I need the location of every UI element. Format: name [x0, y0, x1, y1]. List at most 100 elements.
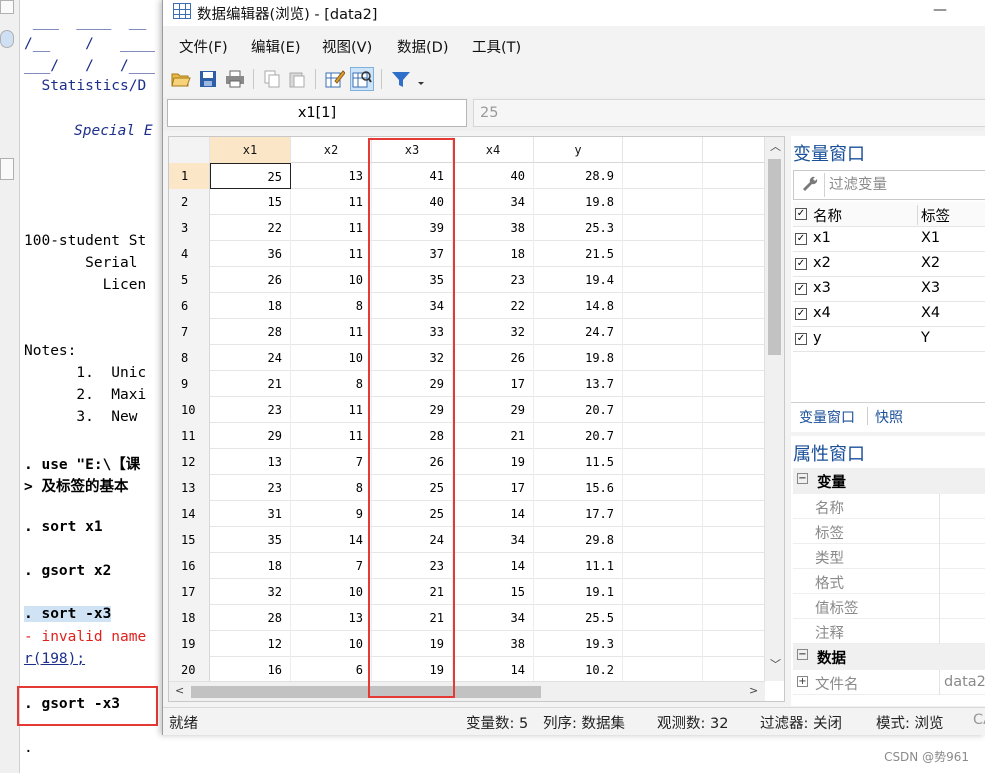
grid-cell-y[interactable]: 19.3 — [534, 631, 623, 657]
horizontal-scrollbar[interactable]: < > — [169, 681, 765, 701]
data-group-header[interactable]: − 数据 — [793, 644, 985, 670]
grid-cell-y[interactable]: 25.5 — [534, 605, 623, 631]
variable-row-y[interactable]: ✓ y Y — [793, 327, 985, 352]
grid-cell-x2[interactable]: 9 — [291, 501, 372, 527]
grid-cell-x1[interactable]: 31 — [210, 501, 291, 527]
grid-cell-x1[interactable]: 32 — [210, 579, 291, 605]
grid-cell-y[interactable]: 13.7 — [534, 371, 623, 397]
variable-group-header[interactable]: − 变量 — [793, 468, 985, 494]
property-value[interactable] — [939, 544, 944, 569]
grid-cell-empty[interactable] — [623, 657, 703, 681]
grid-cell-y[interactable]: 21.5 — [534, 241, 623, 267]
grid-cell-empty[interactable] — [623, 345, 703, 371]
grid-cell-x3[interactable]: 40 — [372, 189, 453, 215]
paste-icon[interactable] — [285, 67, 309, 91]
select-all-checkbox[interactable]: ✓ — [795, 208, 807, 220]
grid-cell-x2[interactable]: 10 — [291, 631, 372, 657]
column-header-y[interactable]: y — [534, 137, 623, 163]
row-number[interactable]: 14 — [169, 501, 210, 527]
grid-cell-x2[interactable]: 11 — [291, 319, 372, 345]
property-row[interactable]: 类型 — [793, 544, 985, 569]
grid-cell-x1[interactable]: 16 — [210, 657, 291, 681]
grid-cell-x4[interactable]: 34 — [453, 189, 534, 215]
grid-cell-x3[interactable]: 19 — [372, 631, 453, 657]
grid-cell-x2[interactable]: 8 — [291, 293, 372, 319]
variable-filter[interactable]: 过滤变量 — [793, 170, 985, 200]
grid-cell-x1[interactable]: 23 — [210, 397, 291, 423]
grid-cell-empty[interactable] — [623, 631, 703, 657]
row-number[interactable]: 5 — [169, 267, 210, 293]
row-number[interactable]: 10 — [169, 397, 210, 423]
grid-cell-x2[interactable]: 7 — [291, 449, 372, 475]
column-header-x4[interactable]: x4 — [453, 137, 534, 163]
menu-edit[interactable]: 编辑(E) — [251, 36, 300, 57]
grid-cell-y[interactable]: 17.7 — [534, 501, 623, 527]
grid-cell-x3[interactable]: 21 — [372, 579, 453, 605]
menu-data[interactable]: 数据(D) — [397, 36, 448, 57]
tab-variables[interactable]: 变量窗口 — [799, 407, 855, 429]
grid-cell-y[interactable]: 19.8 — [534, 189, 623, 215]
grid-cell-x3[interactable]: 33 — [372, 319, 453, 345]
grid-cell-x2[interactable]: 13 — [291, 605, 372, 631]
grid-cell-empty[interactable] — [623, 267, 703, 293]
grid-cell-x4[interactable]: 22 — [453, 293, 534, 319]
grid-cell-x2[interactable]: 11 — [291, 189, 372, 215]
row-number[interactable]: 3 — [169, 215, 210, 241]
menu-file[interactable]: 文件(F) — [179, 36, 228, 57]
grid-cell-y[interactable]: 15.6 — [534, 475, 623, 501]
grid-cell-x4[interactable]: 23 — [453, 267, 534, 293]
grid-cell-x3[interactable]: 23 — [372, 553, 453, 579]
cell-reference-box[interactable]: x1[1] — [167, 99, 467, 127]
grid-cell-y[interactable]: 25.3 — [534, 215, 623, 241]
grid-cell-x2[interactable]: 14 — [291, 527, 372, 553]
grid-cell-x1[interactable]: 15 — [210, 189, 291, 215]
strip-button[interactable] — [0, 0, 14, 14]
print-icon[interactable] — [223, 67, 247, 91]
grid-cell-empty[interactable] — [623, 605, 703, 631]
grid-cell-x1[interactable]: 24 — [210, 345, 291, 371]
grid-cell-x3[interactable]: 39 — [372, 215, 453, 241]
row-number[interactable]: 4 — [169, 241, 210, 267]
minimize-button[interactable]: — — [933, 2, 947, 18]
copy-icon[interactable] — [260, 67, 284, 91]
grid-cell-empty[interactable] — [623, 501, 703, 527]
grid-cell-x1[interactable]: 13 — [210, 449, 291, 475]
property-value[interactable] — [939, 594, 944, 619]
grid-cell-empty[interactable] — [623, 293, 703, 319]
scroll-down-icon[interactable]: ﹀ — [770, 659, 781, 670]
variable-row-x4[interactable]: ✓ x4 X4 — [793, 302, 985, 327]
property-value[interactable] — [939, 569, 944, 594]
grid-cell-x3[interactable]: 25 — [372, 501, 453, 527]
scroll-right-icon[interactable]: > — [749, 685, 758, 696]
grid-cell-empty[interactable] — [623, 163, 703, 189]
grid-cell-x3[interactable]: 35 — [372, 267, 453, 293]
grid-cell-x3[interactable]: 37 — [372, 241, 453, 267]
grid-cell-empty[interactable] — [623, 423, 703, 449]
row-number[interactable]: 6 — [169, 293, 210, 319]
column-header-x2[interactable]: x2 — [291, 137, 372, 163]
grid-cell-y[interactable]: 11.1 — [534, 553, 623, 579]
save-icon[interactable] — [196, 67, 220, 91]
grid-cell-x3[interactable]: 29 — [372, 397, 453, 423]
variables-name-header[interactable]: 名称 — [813, 205, 842, 226]
filename-property-row[interactable]: + 文件名 data2. — [793, 670, 985, 695]
grid-cell-x4[interactable]: 40 — [453, 163, 534, 189]
column-header-empty[interactable] — [623, 137, 703, 163]
grid-cell-x3[interactable]: 34 — [372, 293, 453, 319]
grid-cell-y[interactable]: 29.8 — [534, 527, 623, 553]
grid-cell-x4[interactable]: 14 — [453, 657, 534, 681]
grid-cell-y[interactable]: 24.7 — [534, 319, 623, 345]
grid-cell-x3[interactable]: 28 — [372, 423, 453, 449]
grid-cell-x2[interactable]: 6 — [291, 657, 372, 681]
grid-cell-empty[interactable] — [623, 215, 703, 241]
variable-checkbox[interactable]: ✓ — [795, 233, 807, 245]
error-code-link[interactable]: r(198); — [24, 651, 85, 667]
row-number[interactable]: 7 — [169, 319, 210, 345]
grid-cell-empty[interactable] — [623, 241, 703, 267]
grid-cell-empty[interactable] — [623, 449, 703, 475]
grid-cell-x1[interactable]: 35 — [210, 527, 291, 553]
grid-cell-x4[interactable]: 34 — [453, 527, 534, 553]
variable-row-x2[interactable]: ✓ x2 X2 — [793, 252, 985, 277]
grid-cell-x2[interactable]: 11 — [291, 397, 372, 423]
grid-cell-y[interactable]: 19.1 — [534, 579, 623, 605]
